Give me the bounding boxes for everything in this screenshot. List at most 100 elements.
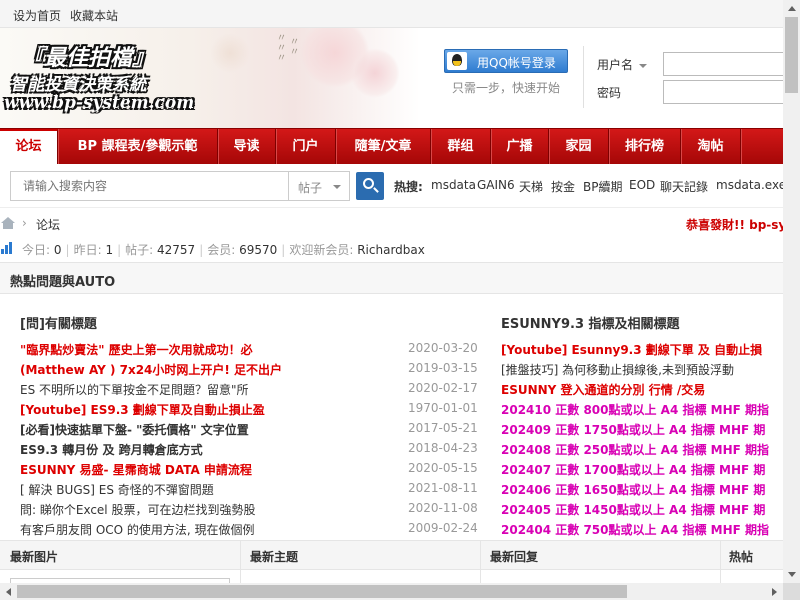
logo-subtitle: 智能投資決策系統: [10, 75, 146, 95]
hot-search-item[interactable]: msdata: [431, 178, 476, 192]
vertical-scrollbar[interactable]: [783, 0, 800, 583]
breadcrumb-separator: ›: [22, 216, 27, 230]
thread-link[interactable]: 202408 正數 250點或以上 A4 指標 MHF 期指: [501, 441, 783, 458]
flower-decoration: [210, 33, 250, 73]
thread-link[interactable]: ES9.3 轉月份 及 跨月轉倉底方式: [20, 441, 400, 458]
hot-search-item[interactable]: 天梯: [519, 178, 543, 195]
caret-down-icon: [333, 185, 341, 189]
top-bar: 设为首页 收藏本站: [0, 0, 783, 28]
vertical-scroll-thumb[interactable]: [785, 17, 798, 93]
main-nav: 论坛 BP 課程表/參觀示範 导读 门户 隨筆/文章 群组 广播 家园 排行榜 …: [0, 128, 783, 165]
username-label[interactable]: 用户名: [597, 56, 648, 73]
site-header: 〃〃〃 〃〃 『最佳拍檔』 智能投資決策系統 www.bp-system.com…: [0, 28, 783, 128]
thread-link[interactable]: [推盤技巧] 為何移動止損線後,未到預設浮動: [501, 361, 783, 378]
hot-search-item[interactable]: EOD: [629, 178, 655, 192]
thread-date: 2009-02-24: [408, 521, 478, 535]
thread-date: 2018-04-23: [408, 441, 478, 455]
stat-today: 0: [53, 243, 62, 257]
thread-link[interactable]: "臨界點炒賣法" 歷史上第一次用就成功！必: [20, 341, 400, 358]
nav-item-courses[interactable]: BP 課程表/參觀示範: [58, 129, 218, 165]
hotbox-title: 熱點問題與AUTO: [10, 275, 116, 290]
nav-item-ranking[interactable]: 排行榜: [609, 129, 681, 165]
nav-item-broadcast[interactable]: 广播: [491, 129, 549, 165]
thread-link[interactable]: [必看]快速掂單下盤- "委托價格" 文字位置: [20, 421, 400, 438]
thread-link[interactable]: ES 不明所以的下單按金不足問題？留意"所: [20, 381, 400, 398]
nav-item-collections[interactable]: 淘帖: [681, 129, 741, 165]
search-input[interactable]: [10, 171, 288, 201]
hot-search-item[interactable]: 聊天記錄: [660, 178, 708, 195]
thread-link[interactable]: 202404 正數 750點或以上 A4 指標 MHF 期指: [501, 521, 783, 538]
login-divider: [583, 46, 584, 108]
horizontal-scroll-thumb[interactable]: [17, 585, 627, 598]
home-icon[interactable]: [1, 217, 15, 229]
scroll-right-button[interactable]: [766, 583, 783, 600]
hot-search-item[interactable]: 按金: [551, 178, 575, 195]
thread-link[interactable]: (Matthew AY ) 7x24小时网上开户! 足不出户: [20, 361, 400, 378]
grid-latest-replies[interactable]: 最新回复: [490, 548, 538, 565]
nav-item-groups[interactable]: 群组: [431, 129, 491, 165]
nav-item-guide[interactable]: 导读: [218, 129, 276, 165]
arrow-left-icon: [6, 588, 11, 596]
qq-icon: [447, 52, 467, 70]
nav-item-articles[interactable]: 隨筆/文章: [336, 129, 431, 165]
qq-login-label: 用QQ帐号登录: [477, 56, 556, 70]
grid-divider: [720, 541, 721, 583]
password-field[interactable]: [663, 80, 783, 104]
page-viewport: 设为首页 收藏本站 〃〃〃 〃〃 『最佳拍檔』 智能投資決策系統 www.bp-…: [0, 0, 783, 583]
thread-link[interactable]: [ 解決 BUGS] ES 奇怪的不彈窗問題: [20, 481, 400, 498]
hot-search-item[interactable]: msdata.exe: [716, 178, 783, 192]
thread-link[interactable]: 202405 正數 1450點或以上 A4 指標 MHF 期: [501, 501, 783, 518]
qq-login-button[interactable]: 用QQ帐号登录: [444, 49, 568, 73]
nav-item-forum[interactable]: 论坛: [0, 129, 58, 165]
thread-date: 1970-01-01: [408, 401, 478, 415]
announcement-marquee[interactable]: 恭喜發財!! bp-sys: [686, 216, 783, 233]
newest-member-link[interactable]: Richardbax: [357, 243, 425, 257]
thread-link[interactable]: ESUNNY 易盛- 星霈商城 DATA 申請流程: [20, 461, 400, 478]
search-button[interactable]: [356, 172, 384, 200]
hot-search-item[interactable]: GAIN6: [477, 178, 515, 192]
stat-posts: 42757: [157, 243, 196, 257]
horizontal-scrollbar[interactable]: [0, 583, 783, 600]
thread-link[interactable]: 有客戶朋友問 OCO 的使用方法, 現在做個例: [20, 521, 400, 538]
nav-item-home[interactable]: 家园: [549, 129, 609, 165]
search-icon: [363, 178, 374, 189]
scroll-down-button[interactable]: [783, 566, 800, 583]
thread-link[interactable]: 202406 正數 1650點或以上 A4 指標 MHF 期: [501, 481, 783, 498]
right-column-title[interactable]: ESUNNY9.3 指標及相關標題: [501, 313, 680, 332]
thread-link[interactable]: 202407 正數 1700點或以上 A4 指標 MHF 期: [501, 461, 783, 478]
thread-link[interactable]: [Youtube] Esunny9.3 劃線下單 及 自動止損: [501, 341, 783, 358]
grid-latest-topics[interactable]: 最新主题: [250, 548, 298, 565]
search-scope-select[interactable]: 帖子: [288, 171, 350, 201]
thread-link[interactable]: 202410 正數 800點或以上 A4 指標 MHF 期指: [501, 401, 783, 418]
grid-hot-posts[interactable]: 热帖: [729, 548, 753, 565]
calligraphy-decoration: 〃〃: [287, 36, 298, 56]
grid-latest-pics[interactable]: 最新图片: [10, 548, 58, 565]
username-field[interactable]: [663, 52, 783, 76]
logo-title: 『最佳拍檔』: [22, 45, 155, 71]
arrow-right-icon: [772, 588, 777, 596]
thread-link[interactable]: 問: 睇你个Excel 股票，可在边栏找到強勢股: [20, 501, 400, 518]
set-home-link[interactable]: 设为首页: [13, 7, 61, 24]
thread-date: 2019-03-15: [408, 361, 478, 375]
thread-date: 2021-08-11: [408, 481, 478, 495]
stat-yesterday: 1: [105, 243, 114, 257]
password-label: 密码: [597, 86, 622, 100]
arrow-up-icon: [788, 6, 796, 11]
thread-date: 2020-02-17: [408, 381, 478, 395]
thread-link[interactable]: ESUNNY 登入通道的分別 行情 /交易: [501, 381, 783, 398]
scroll-left-button[interactable]: [0, 583, 17, 600]
logo-banner[interactable]: 〃〃〃 〃〃 『最佳拍檔』 智能投資決策系統 www.bp-system.com: [0, 28, 420, 128]
thread-link[interactable]: [Youtube] ES9.3 劃線下單及自動止損止盈: [20, 401, 400, 418]
grid-header: 最新图片 最新主题 最新回复 热帖: [0, 540, 783, 583]
nav-item-portal[interactable]: 门户: [276, 129, 336, 165]
scroll-up-button[interactable]: [783, 0, 800, 17]
thread-link[interactable]: 202409 正數 1750點或以上 A4 指標 MHF 期: [501, 421, 783, 438]
thread-date: 2020-03-20: [408, 341, 478, 355]
add-favorite-link[interactable]: 收藏本站: [70, 7, 118, 24]
hot-search-item[interactable]: BP續期: [583, 178, 622, 195]
thread-date: 2020-05-15: [408, 461, 478, 475]
left-column-title[interactable]: [問]有關標題: [20, 313, 97, 332]
hotbox-header: 熱點問題與AUTO: [0, 262, 783, 294]
breadcrumb-current[interactable]: 论坛: [36, 216, 60, 233]
peony-decoration: [350, 48, 400, 98]
